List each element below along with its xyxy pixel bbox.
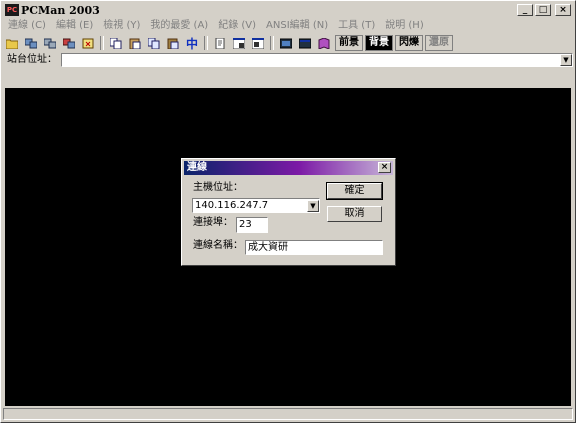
close-tab-icon bbox=[82, 38, 94, 48]
host-value: 140.116.247.7 bbox=[195, 200, 269, 211]
window-title: PCMan 2003 bbox=[21, 4, 100, 17]
connect-button[interactable] bbox=[22, 35, 40, 51]
host-label: 主機位址： bbox=[193, 182, 243, 193]
reconnect-button[interactable] bbox=[60, 35, 78, 51]
toolbar-separator bbox=[204, 36, 208, 50]
connection-name-input[interactable]: 成大資研 bbox=[245, 240, 383, 255]
title-bar: PC PCMan 2003 _ □ × bbox=[3, 3, 573, 18]
window-mode-icon bbox=[299, 38, 311, 48]
ime-button[interactable]: 中 bbox=[183, 35, 201, 51]
favorites-book-button[interactable] bbox=[315, 35, 333, 51]
menu-ansi-edit[interactable]: ANSI編輯 (N) bbox=[261, 18, 333, 33]
window-cascade-button[interactable] bbox=[249, 35, 267, 51]
minimize-button[interactable]: _ bbox=[517, 4, 533, 16]
disconnect-icon bbox=[44, 38, 56, 48]
app-window: PC PCMan 2003 _ □ × 連線 (C) 編輯 (E) 檢視 (Y)… bbox=[0, 0, 576, 423]
connect-icon bbox=[25, 38, 37, 48]
menu-history[interactable]: 紀錄 (V) bbox=[213, 18, 261, 33]
app-icon[interactable]: PC bbox=[5, 4, 19, 16]
port-input[interactable]: 23 bbox=[236, 217, 268, 233]
status-bar bbox=[3, 408, 573, 420]
address-label: 站台位址： bbox=[7, 54, 57, 65]
close-button[interactable]: × bbox=[555, 4, 571, 16]
port-label: 連接埠： bbox=[193, 217, 233, 228]
connection-name-value: 成大資研 bbox=[248, 242, 288, 253]
paste-icon bbox=[129, 38, 141, 49]
window-tile-button[interactable] bbox=[230, 35, 248, 51]
address-input[interactable]: ▼ bbox=[61, 53, 573, 67]
paste-ansi-button[interactable] bbox=[164, 35, 182, 51]
maximize-button[interactable]: □ bbox=[535, 4, 551, 16]
menu-tools[interactable]: 工具 (T) bbox=[333, 18, 380, 33]
cancel-button[interactable]: 取消 bbox=[327, 206, 382, 222]
dialog-title-bar[interactable]: 連線 × bbox=[184, 161, 393, 175]
window-controls: _ □ × bbox=[517, 4, 571, 16]
new-document-button[interactable] bbox=[211, 35, 229, 51]
host-combobox[interactable]: 140.116.247.7 ▼ bbox=[192, 198, 320, 213]
copy-ansi-icon bbox=[148, 37, 160, 49]
restore-button[interactable]: 還原 bbox=[425, 35, 453, 51]
reconnect-icon bbox=[63, 38, 75, 48]
toolbar-separator bbox=[100, 36, 104, 50]
chevron-down-icon[interactable]: ▼ bbox=[307, 200, 319, 212]
paste-ansi-icon bbox=[167, 38, 179, 49]
ime-label: 中 bbox=[185, 36, 198, 51]
menu-help[interactable]: 說明 (H) bbox=[380, 18, 429, 33]
menu-bar: 連線 (C) 編輯 (E) 檢視 (Y) 我的最愛 (A) 紀錄 (V) ANS… bbox=[3, 18, 573, 33]
menu-favorites[interactable]: 我的最愛 (A) bbox=[145, 18, 213, 33]
document-icon bbox=[215, 37, 225, 49]
fullscreen-icon bbox=[280, 38, 292, 48]
copy-ansi-button[interactable] bbox=[145, 35, 163, 51]
copy-button[interactable] bbox=[107, 35, 125, 51]
chevron-down-icon[interactable]: ▼ bbox=[560, 54, 572, 66]
port-value: 23 bbox=[239, 219, 252, 230]
background-button[interactable]: 背景 bbox=[365, 35, 393, 51]
toolbar: 中 前景 背景 閃爍 還原 bbox=[3, 34, 573, 52]
connection-name-label: 連線名稱： bbox=[193, 240, 243, 251]
close-tab-button[interactable] bbox=[79, 35, 97, 51]
connect-dialog: 連線 × 主機位址： 140.116.247.7 ▼ 連接埠： 23 連線名稱：… bbox=[181, 158, 396, 266]
paste-button[interactable] bbox=[126, 35, 144, 51]
window-cascade-icon bbox=[252, 37, 264, 49]
menu-connect[interactable]: 連線 (C) bbox=[3, 18, 51, 33]
folder-icon bbox=[6, 39, 18, 49]
window-mode-button[interactable] bbox=[296, 35, 314, 51]
disconnect-button[interactable] bbox=[41, 35, 59, 51]
dialog-close-button[interactable]: × bbox=[378, 162, 391, 173]
dialog-title: 連線 bbox=[187, 162, 207, 173]
ok-button[interactable]: 確定 bbox=[326, 182, 383, 200]
fullscreen-button[interactable] bbox=[277, 35, 295, 51]
open-folder-button[interactable] bbox=[3, 35, 21, 51]
menu-view[interactable]: 檢視 (Y) bbox=[98, 18, 145, 33]
book-icon bbox=[318, 37, 330, 49]
copy-icon bbox=[110, 37, 122, 49]
menu-edit[interactable]: 編輯 (E) bbox=[51, 18, 98, 33]
foreground-button[interactable]: 前景 bbox=[335, 35, 363, 51]
toolbar-separator bbox=[270, 36, 274, 50]
blink-button[interactable]: 閃爍 bbox=[395, 35, 423, 51]
address-bar: 站台位址： ▼ bbox=[3, 52, 573, 68]
window-tile-icon bbox=[233, 37, 245, 49]
